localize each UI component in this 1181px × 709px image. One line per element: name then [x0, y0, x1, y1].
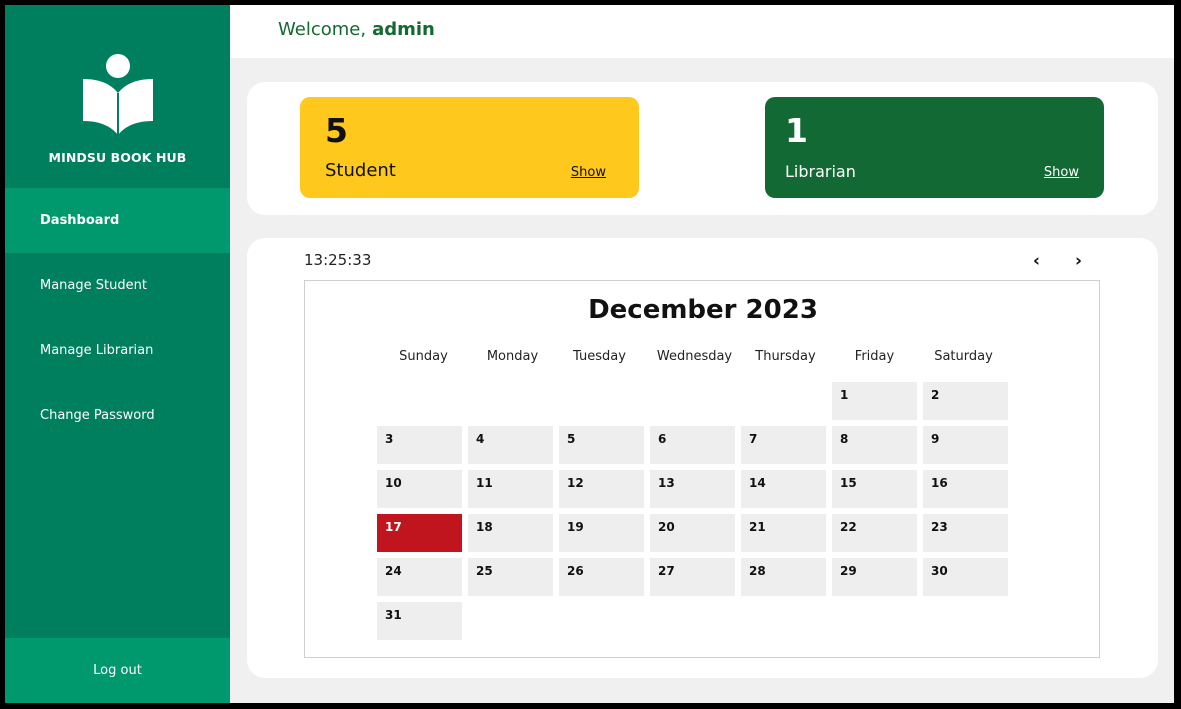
clock: 13:25:33 [304, 251, 372, 269]
calendar: December 2023 Sunday Monday Tuesday Wedn… [304, 280, 1100, 658]
weekday-monday: Monday [486, 349, 539, 364]
day-cell[interactable]: 18 [468, 514, 553, 552]
day-cell[interactable]: 12 [559, 470, 644, 508]
day-cell[interactable]: 28 [741, 558, 826, 596]
librarian-card: 1 Librarian Show [765, 97, 1104, 198]
weekday-friday: Friday [854, 349, 895, 364]
calendar-title: December 2023 [588, 295, 818, 325]
day-cell[interactable]: 30 [923, 558, 1008, 596]
day-cell[interactable]: 23 [923, 514, 1008, 552]
day-cell[interactable]: 3 [377, 426, 462, 464]
day-cell[interactable]: 6 [650, 426, 735, 464]
day-cell-today[interactable]: 17 [377, 514, 462, 552]
day-cell[interactable]: 10 [377, 470, 462, 508]
day-cell[interactable]: 20 [650, 514, 735, 552]
student-card: 5 Student Show [300, 97, 639, 198]
day-cell[interactable]: 19 [559, 514, 644, 552]
librarian-label: Librarian [785, 162, 856, 181]
day-cell[interactable]: 27 [650, 558, 735, 596]
day-cell[interactable]: 5 [559, 426, 644, 464]
student-count: 5 [325, 111, 348, 150]
student-label: Student [325, 160, 396, 181]
weekday-tuesday: Tuesday [573, 349, 626, 364]
welcome-label: Welcome, [278, 19, 367, 40]
username: admin [372, 19, 435, 40]
logo [5, 49, 230, 135]
day-cell[interactable]: 22 [832, 514, 917, 552]
day-cell[interactable]: 1 [832, 382, 917, 420]
sidebar-item-manage-student[interactable]: Manage Student [5, 253, 230, 318]
weekday-saturday: Saturday [934, 349, 993, 364]
sidebar-item-change-password[interactable]: Change Password [5, 383, 230, 448]
logout-button[interactable]: Log out [5, 638, 230, 703]
sidebar-item-dashboard[interactable]: Dashboard [5, 188, 230, 253]
day-cell[interactable]: 25 [468, 558, 553, 596]
day-cell[interactable]: 13 [650, 470, 735, 508]
next-month-button[interactable]: › [1075, 251, 1082, 271]
top-header: Welcome, admin [230, 5, 1174, 58]
day-cell[interactable]: 9 [923, 426, 1008, 464]
librarian-show-link[interactable]: Show [1044, 165, 1079, 180]
day-cell[interactable]: 31 [377, 602, 462, 640]
day-cell[interactable]: 7 [741, 426, 826, 464]
day-cell[interactable]: 11 [468, 470, 553, 508]
weekday-thursday: Thursday [755, 349, 816, 364]
stats-panel: 5 Student Show 1 Librarian Show [247, 82, 1158, 215]
weekday-sunday: Sunday [399, 349, 448, 364]
day-cell[interactable]: 8 [832, 426, 917, 464]
weekday-wednesday: Wednesday [656, 349, 733, 364]
brand-name: MINDSU BOOK HUB [48, 150, 187, 165]
day-cell[interactable]: 26 [559, 558, 644, 596]
sidebar-item-manage-librarian[interactable]: Manage Librarian [5, 318, 230, 383]
reading-person-icon [82, 54, 153, 135]
day-cell[interactable]: 2 [923, 382, 1008, 420]
day-cell[interactable]: 29 [832, 558, 917, 596]
day-cell[interactable]: 14 [741, 470, 826, 508]
day-cell[interactable]: 21 [741, 514, 826, 552]
day-cell[interactable]: 16 [923, 470, 1008, 508]
day-cell[interactable]: 4 [468, 426, 553, 464]
sidebar: MINDSU BOOK HUB Dashboard Manage Student… [5, 5, 230, 703]
student-show-link[interactable]: Show [571, 165, 606, 180]
app-window: MINDSU BOOK HUB Dashboard Manage Student… [5, 5, 1174, 703]
librarian-count: 1 [785, 111, 808, 150]
day-cell[interactable]: 15 [832, 470, 917, 508]
calendar-panel: 13:25:33 ‹ › December 2023 Sunday Monday… [247, 238, 1158, 678]
day-cell[interactable]: 24 [377, 558, 462, 596]
welcome-message: Welcome, admin [278, 19, 435, 40]
prev-month-button[interactable]: ‹ [1033, 251, 1040, 271]
